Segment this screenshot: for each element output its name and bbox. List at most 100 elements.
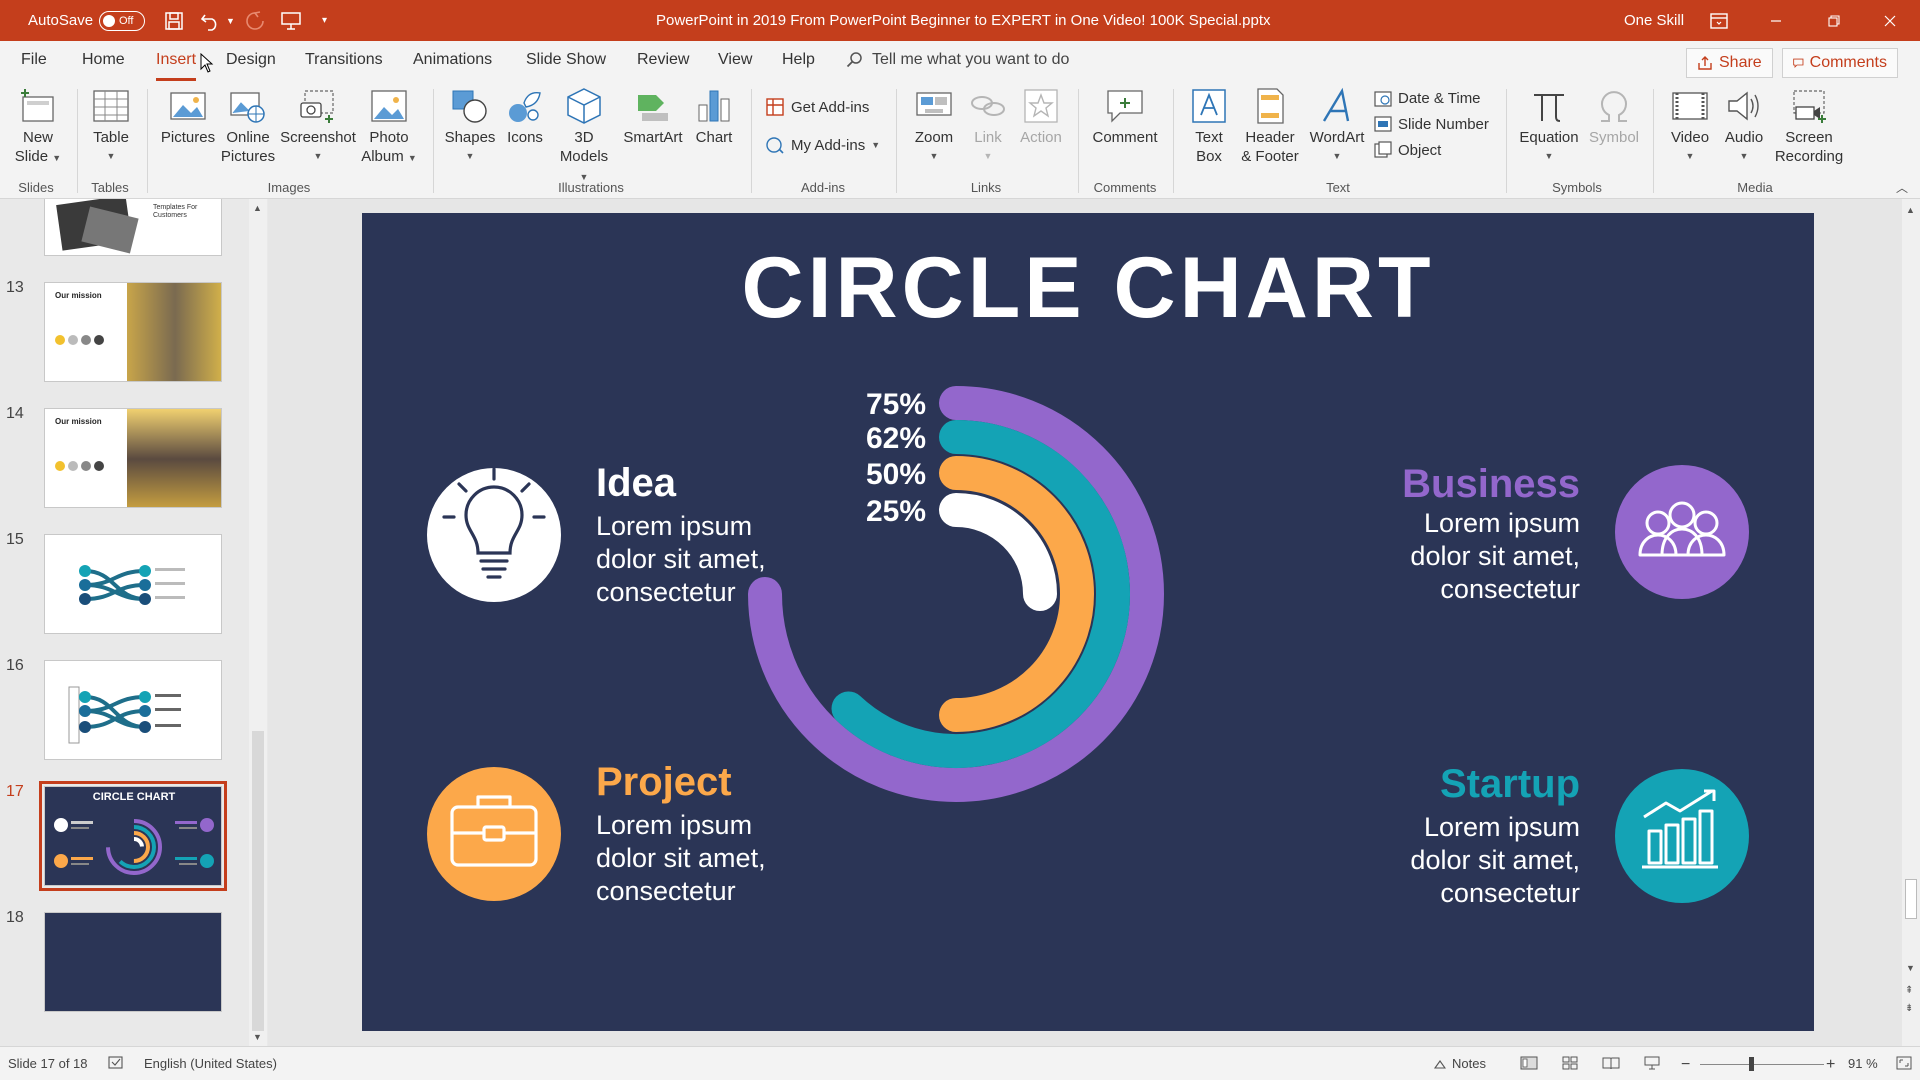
slideshow-view-icon[interactable] (1644, 1056, 1660, 1070)
slide-canvas[interactable]: CIRCLE CHART 75% 62% 50% 25% Idea Lorem ips… (362, 213, 1814, 1031)
table-button[interactable]: Table ▼ (88, 87, 134, 166)
slide-thumbnail[interactable] (44, 912, 222, 1012)
equation-button[interactable]: Equation ▼ (1516, 87, 1582, 166)
slide-thumbnail[interactable] (44, 660, 222, 760)
language-indicator[interactable]: English (United States) (144, 1056, 277, 1071)
tab-home[interactable]: Home (82, 51, 125, 77)
redo-icon[interactable] (242, 0, 268, 41)
scroll-down-icon[interactable]: ▼ (1906, 963, 1915, 973)
scroll-down-icon[interactable]: ▼ (253, 1032, 262, 1042)
autosave-toggle[interactable]: Off (99, 0, 145, 41)
action-button[interactable]: Action (1016, 87, 1066, 147)
user-name[interactable]: One Skill (1624, 0, 1684, 41)
audio-button[interactable]: Audio ▼ (1722, 87, 1766, 166)
group-label-media: Media (1737, 180, 1773, 195)
normal-view-icon[interactable] (1520, 1056, 1538, 1070)
close-icon[interactable] (1862, 0, 1918, 41)
pictures-icon (170, 92, 206, 120)
smartart-button[interactable]: SmartArt (621, 87, 685, 147)
group-separator (77, 89, 78, 193)
group-separator (751, 89, 752, 193)
zoom-level[interactable]: 91 % (1848, 1056, 1878, 1071)
wordart-button[interactable]: WordArt ▼ (1306, 87, 1368, 166)
comments-button[interactable]: Comments (1782, 48, 1898, 78)
slide-thumbnail[interactable]: Templates For Customers (44, 199, 222, 256)
thumbnail-scrollbar[interactable]: ▲ ▼ (249, 199, 267, 1046)
undo-dropdown-icon[interactable]: ▼ (226, 0, 235, 41)
icons-icon (509, 92, 541, 122)
undo-icon[interactable] (198, 0, 224, 41)
tab-view[interactable]: View (718, 51, 752, 77)
ribbon-insert: New Slide ▼ Slides Table ▼ Tables Pictur… (0, 83, 1920, 199)
pictures-button[interactable]: Pictures (160, 87, 216, 147)
screenshot-button[interactable]: Screenshot ▼ (280, 87, 356, 166)
ribbon-display-options-icon[interactable] (1706, 0, 1732, 41)
previous-slide-icon[interactable]: ⇞ (1905, 985, 1913, 996)
thumbnail-photo (127, 409, 221, 507)
zoom-slider-thumb[interactable] (1749, 1057, 1754, 1071)
zoom-button[interactable]: Zoom ▼ (910, 87, 958, 166)
date-time-button[interactable]: Date & Time (1374, 89, 1481, 107)
tell-me-search[interactable]: Tell me what you want to do (846, 51, 1069, 69)
start-from-beginning-icon[interactable] (278, 0, 304, 41)
object-button[interactable]: Object (1374, 141, 1441, 159)
fit-slide-icon[interactable] (1896, 1056, 1912, 1070)
symbol-button[interactable]: Symbol (1586, 87, 1642, 147)
thumbnail-photo (127, 283, 221, 381)
minimize-icon[interactable] (1748, 0, 1804, 41)
get-add-ins-button[interactable]: Get Add-ins (765, 97, 869, 117)
screen-recording-button[interactable]: Screen Recording (1770, 87, 1848, 166)
tab-file[interactable]: File (21, 51, 47, 77)
comment-button[interactable]: Comment (1090, 87, 1160, 147)
slide-title: CIRCLE CHART (742, 240, 1435, 336)
notes-button[interactable]: Notes (1434, 1056, 1486, 1071)
slide-number-button[interactable]: Slide Number (1374, 115, 1489, 133)
icons-button[interactable]: Icons (503, 87, 547, 147)
next-slide-icon[interactable]: ⇟ (1905, 1003, 1913, 1014)
link-button[interactable]: Link ▼ (968, 87, 1008, 166)
my-add-ins-button[interactable]: My Add-ins ▼ (765, 135, 880, 155)
new-slide-button[interactable]: New Slide ▼ (14, 87, 62, 168)
share-button[interactable]: Share (1686, 48, 1773, 78)
online-pictures-button[interactable]: Online Pictures (220, 87, 276, 166)
reading-view-icon[interactable] (1602, 1056, 1620, 1070)
shapes-button[interactable]: Shapes ▼ (444, 87, 496, 166)
3d-models-button[interactable]: 3D Models ▼ (554, 87, 614, 187)
tab-review[interactable]: Review (637, 51, 689, 77)
photo-album-button[interactable]: Photo Album ▼ (360, 87, 418, 168)
scroll-up-icon[interactable]: ▲ (253, 203, 262, 213)
screen-recording-icon (1793, 90, 1826, 123)
tab-transitions[interactable]: Transitions (305, 51, 383, 77)
tab-slide-show[interactable]: Slide Show (526, 51, 606, 77)
video-icon (1672, 92, 1708, 120)
header-footer-button[interactable]: Header & Footer (1238, 87, 1302, 166)
save-icon[interactable] (161, 0, 187, 41)
slide-thumbnail-active[interactable]: CIRCLE CHART (39, 781, 227, 891)
thumbnail-network-graphic (68, 686, 181, 744)
scroll-up-icon[interactable]: ▲ (1906, 205, 1915, 215)
screenshot-icon (300, 90, 334, 123)
zoom-slider[interactable] (1700, 1064, 1824, 1065)
chart-percent-label: 50% (866, 458, 926, 491)
spelling-check-icon[interactable] (108, 1056, 124, 1070)
slide-thumbnail[interactable] (44, 534, 222, 634)
restore-icon[interactable] (1806, 0, 1862, 41)
slide-sorter-icon[interactable] (1562, 1056, 1578, 1070)
video-button[interactable]: Video ▼ (1666, 87, 1714, 166)
text-box-button[interactable]: Text Box (1186, 87, 1232, 166)
slide-thumbnail[interactable]: Our mission (44, 282, 222, 382)
scrollbar-thumb[interactable] (1905, 879, 1917, 919)
customize-toolbar-icon[interactable]: ▾ (322, 0, 327, 41)
zoom-in-icon[interactable]: + (1826, 1056, 1835, 1074)
tab-help[interactable]: Help (782, 51, 815, 77)
tab-animations[interactable]: Animations (413, 51, 492, 77)
zoom-out-icon[interactable]: − (1681, 1056, 1690, 1074)
chart-button[interactable]: Chart (692, 87, 736, 147)
collapse-ribbon-icon[interactable]: ︿ (1896, 179, 1908, 196)
business-circle (1615, 465, 1749, 599)
editor-scrollbar[interactable]: ▲ ▼ ⇞ ⇟ (1902, 199, 1920, 1046)
slide-thumbnail[interactable]: Our mission (44, 408, 222, 508)
tab-insert[interactable]: Insert (156, 51, 197, 81)
scrollbar-thumb[interactable] (252, 731, 264, 1031)
tab-design[interactable]: Design (226, 51, 276, 77)
